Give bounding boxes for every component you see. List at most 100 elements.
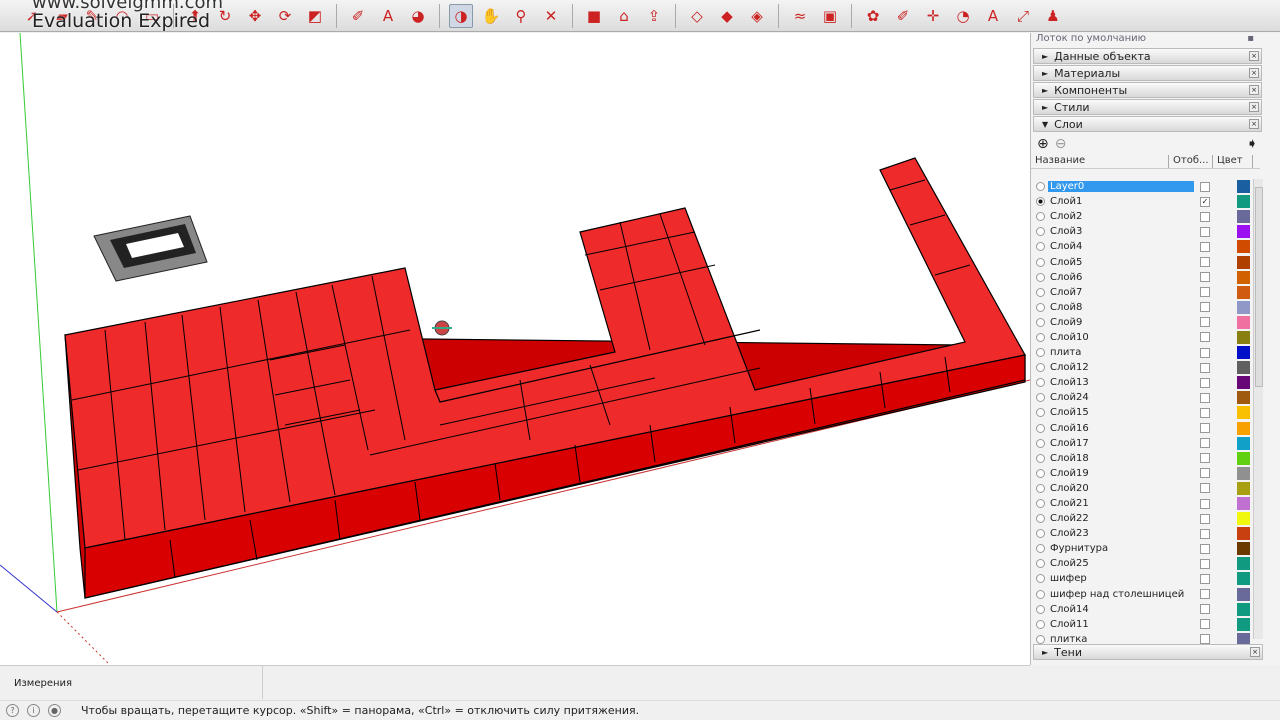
details-icon[interactable]: ➧ — [1246, 136, 1258, 152]
styles-icon[interactable]: ✿ — [861, 4, 885, 28]
layer-color-swatch[interactable] — [1237, 466, 1250, 480]
section-icon[interactable]: ◇ — [685, 4, 709, 28]
visible-checkbox[interactable] — [1200, 528, 1210, 539]
active-layer-radio[interactable] — [1036, 559, 1045, 569]
section-item[interactable]: ► Данные объекта × — [1033, 48, 1262, 64]
active-layer-radio[interactable] — [1036, 438, 1045, 448]
layer-color-swatch[interactable] — [1237, 255, 1250, 269]
section-item[interactable]: ► Компоненты × — [1033, 82, 1262, 98]
active-layer-radio[interactable] — [1036, 634, 1045, 644]
walk-icon[interactable]: ♟ — [1041, 4, 1065, 28]
layer-name[interactable]: Слой2 — [1048, 211, 1194, 222]
layer-row[interactable]: Фурнитура — [1031, 541, 1261, 556]
visible-checkbox[interactable] — [1200, 423, 1210, 434]
visible-checkbox[interactable] — [1200, 483, 1210, 494]
visible-checkbox[interactable] — [1200, 257, 1210, 268]
layer-name[interactable]: Слой13 — [1048, 377, 1194, 388]
layer-color-swatch[interactable] — [1237, 497, 1250, 511]
close-icon[interactable]: × — [1249, 68, 1259, 78]
layer-name[interactable]: шифер — [1048, 573, 1194, 584]
layer-row[interactable]: Слой4 — [1031, 239, 1261, 254]
section-layers[interactable]: ▼ Слои × — [1033, 116, 1262, 132]
layer-color-swatch[interactable] — [1237, 210, 1250, 224]
layer-name[interactable]: шифер над столешницей — [1048, 589, 1194, 600]
layer-name[interactable]: Слой23 — [1048, 528, 1194, 539]
layer-color-swatch[interactable] — [1237, 542, 1250, 556]
visible-checkbox[interactable] — [1200, 317, 1210, 328]
close-icon[interactable]: × — [1249, 102, 1259, 112]
active-layer-radio[interactable] — [1036, 499, 1045, 509]
label-icon[interactable]: A — [981, 4, 1005, 28]
layer-row[interactable]: Слой19 — [1031, 466, 1261, 481]
visible-checkbox[interactable] — [1200, 558, 1210, 569]
visible-checkbox[interactable] — [1200, 634, 1210, 645]
layer-name[interactable]: Слой18 — [1048, 453, 1194, 464]
active-layer-radio[interactable] — [1036, 272, 1045, 282]
visible-checkbox[interactable] — [1200, 619, 1210, 630]
warehouse-icon[interactable]: ⌂ — [612, 4, 636, 28]
axes-icon[interactable]: ✛ — [921, 4, 945, 28]
layer-row[interactable]: шифер — [1031, 571, 1261, 586]
visible-checkbox[interactable] — [1200, 181, 1210, 192]
layer-row[interactable]: плита — [1031, 345, 1261, 360]
close-icon[interactable]: × — [1250, 647, 1260, 657]
active-layer-radio[interactable] — [1036, 544, 1045, 554]
scale-icon[interactable]: ◩ — [303, 4, 327, 28]
active-layer-radio[interactable] — [1036, 378, 1045, 388]
active-layer-radio[interactable] — [1036, 197, 1045, 207]
layer-row[interactable]: Слой9 — [1031, 315, 1261, 330]
user-icon[interactable]: ● — [48, 704, 61, 717]
layer-row[interactable]: Слой12 — [1031, 360, 1261, 375]
visible-checkbox[interactable] — [1200, 573, 1210, 584]
layer-name[interactable]: плита — [1048, 347, 1194, 358]
layer-name[interactable]: Слой25 — [1048, 558, 1194, 569]
layer-row[interactable]: Слой20 — [1031, 481, 1261, 496]
layer-color-swatch[interactable] — [1237, 330, 1250, 344]
layer-color-swatch[interactable] — [1237, 240, 1250, 254]
protractor-icon[interactable]: ◔ — [951, 4, 975, 28]
visible-checkbox[interactable] — [1200, 241, 1210, 252]
zoom-icon[interactable]: ⚲ — [509, 4, 533, 28]
layer-color-swatch[interactable] — [1237, 300, 1250, 314]
layer-color-swatch[interactable] — [1237, 285, 1250, 299]
layer-name[interactable]: Слой4 — [1048, 241, 1194, 252]
close-icon[interactable]: × — [1249, 85, 1259, 95]
visible-checkbox[interactable] — [1200, 438, 1210, 449]
layer-row[interactable]: Layer0 — [1031, 179, 1261, 194]
visible-checkbox[interactable] — [1200, 377, 1210, 388]
active-layer-radio[interactable] — [1036, 302, 1045, 312]
active-layer-radio[interactable] — [1036, 468, 1045, 478]
visible-checkbox[interactable] — [1200, 347, 1210, 358]
layer-name[interactable]: Слой17 — [1048, 438, 1194, 449]
column-name[interactable]: Название — [1031, 155, 1169, 168]
layer-name[interactable]: Слой21 — [1048, 498, 1194, 509]
layer-row[interactable]: Слой3 — [1031, 224, 1261, 239]
active-layer-radio[interactable] — [1036, 619, 1045, 629]
visible-checkbox[interactable] — [1200, 543, 1210, 554]
layer-color-swatch[interactable] — [1237, 406, 1250, 420]
layer-color-swatch[interactable] — [1237, 572, 1250, 586]
components-icon[interactable]: ■ — [582, 4, 606, 28]
layer-color-swatch[interactable] — [1237, 602, 1250, 616]
orbit-icon[interactable]: ◑ — [449, 3, 473, 28]
layer-color-swatch[interactable] — [1237, 195, 1250, 209]
active-layer-radio[interactable] — [1036, 257, 1045, 267]
visible-checkbox[interactable]: ✓ — [1200, 196, 1210, 207]
layer-row[interactable]: Слой14 — [1031, 602, 1261, 617]
materials-icon[interactable]: ▣ — [818, 4, 842, 28]
layer-color-swatch[interactable] — [1237, 346, 1250, 360]
layer-row[interactable]: шифер над столешницей — [1031, 587, 1261, 602]
rotate-icon[interactable]: ⟳ — [273, 4, 297, 28]
active-layer-radio[interactable] — [1036, 363, 1045, 373]
move-icon[interactable]: ✥ — [243, 4, 267, 28]
layer-color-swatch[interactable] — [1237, 376, 1250, 390]
layer-row[interactable]: Слой24 — [1031, 390, 1261, 405]
active-layer-radio[interactable] — [1036, 483, 1045, 493]
layer-color-swatch[interactable] — [1237, 436, 1250, 450]
share-icon[interactable]: ⇪ — [642, 4, 666, 28]
layer-row[interactable]: Слой22 — [1031, 511, 1261, 526]
layer-row[interactable]: Слой21 — [1031, 496, 1261, 511]
section-item[interactable]: ► Стили × — [1033, 99, 1262, 115]
visible-checkbox[interactable] — [1200, 302, 1210, 313]
layers-scrollbar[interactable] — [1253, 179, 1263, 639]
